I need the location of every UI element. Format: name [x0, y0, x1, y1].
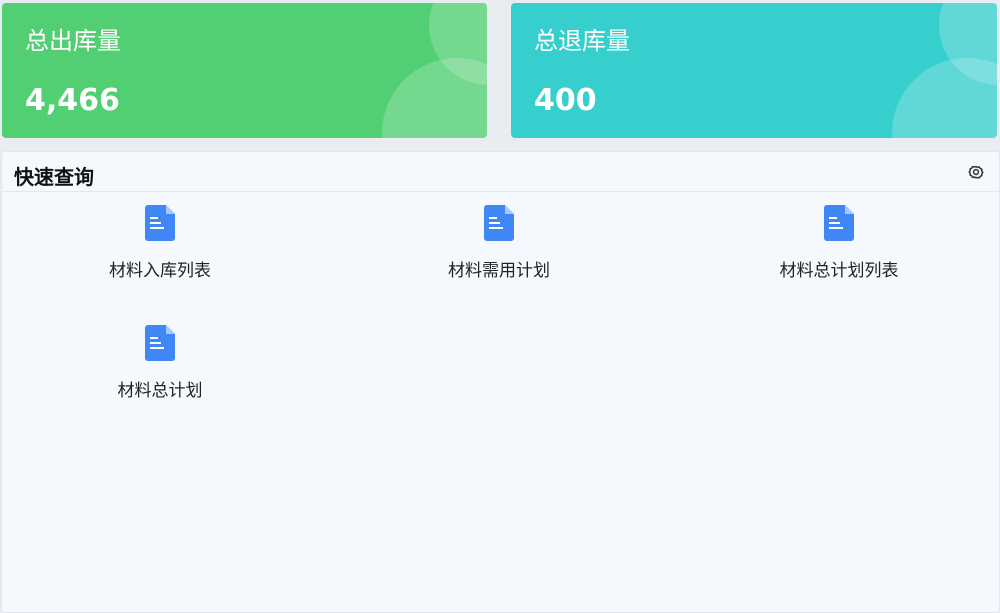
quick-link-material-demand-plan[interactable]: 材料需用计划 — [389, 205, 609, 295]
quick-query-header: 快速查询 — [2, 152, 999, 192]
document-icon — [824, 205, 854, 241]
quick-link-label: 材料总计划列表 — [779, 261, 899, 281]
decorative-circle — [382, 58, 487, 138]
settings-button[interactable] — [967, 163, 985, 181]
quick-link-material-master-plan[interactable]: 材料总计划 — [50, 325, 270, 415]
gear-icon — [968, 165, 984, 179]
panel-title: 快速查询 — [14, 165, 94, 189]
total-outbound-value: 4,466 — [25, 83, 120, 118]
quick-query-panel: 快速查询 材料入库列表 材料需用计划 材料总计划列表 材料总计划 — [1, 151, 1000, 613]
document-icon — [484, 205, 514, 241]
total-return-label: 总退库量 — [534, 27, 630, 55]
quick-link-material-master-plan-list[interactable]: 材料总计划列表 — [729, 205, 949, 295]
quick-link-label: 材料总计划 — [117, 381, 203, 401]
quick-link-label: 材料入库列表 — [109, 261, 211, 281]
total-return-card: 总退库量 400 — [511, 3, 997, 138]
quick-link-label: 材料需用计划 — [448, 261, 550, 281]
quick-link-material-inbound-list[interactable]: 材料入库列表 — [50, 205, 270, 295]
document-icon — [145, 325, 175, 361]
total-return-value: 400 — [534, 83, 597, 118]
document-icon — [145, 205, 175, 241]
decorative-circle — [892, 58, 997, 138]
total-outbound-label: 总出库量 — [25, 27, 121, 55]
total-outbound-card: 总出库量 4,466 — [2, 3, 487, 138]
